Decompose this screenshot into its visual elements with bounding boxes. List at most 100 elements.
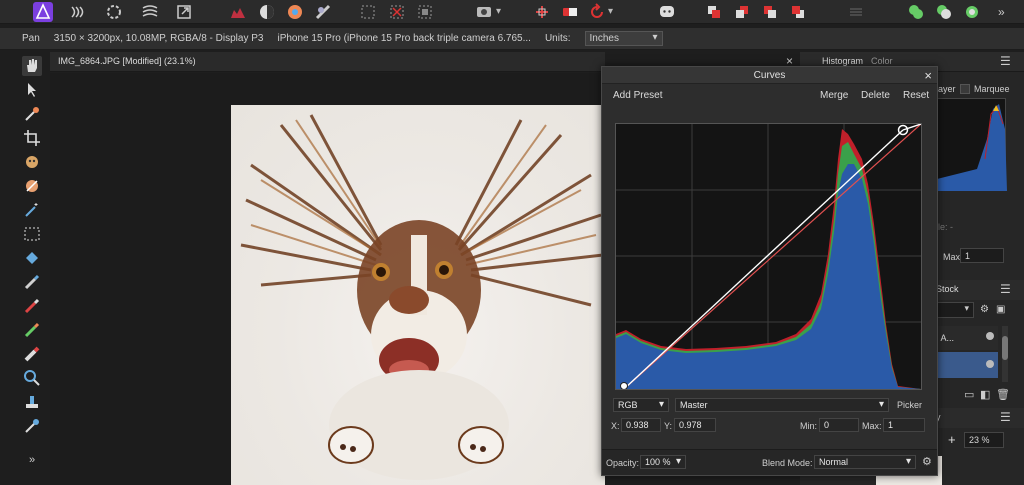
navigator-header: y ☰: [936, 408, 1024, 428]
right-max-value: 1: [965, 251, 971, 261]
layer-selected-visibility-icon[interactable]: [986, 360, 994, 368]
clone-brush-tool-icon[interactable]: [22, 320, 42, 340]
marquee-tool-icon[interactable]: [22, 224, 42, 244]
blend-mode-value: Normal: [819, 457, 849, 467]
toolbar-overflow-icon[interactable]: »: [998, 2, 1018, 22]
select-all-icon[interactable]: [358, 2, 378, 22]
marquee-checkbox[interactable]: [960, 84, 970, 94]
stamp-tool-icon[interactable]: [22, 392, 42, 412]
assistant-icon[interactable]: [560, 2, 580, 22]
undo-history-icon[interactable]: [587, 2, 607, 22]
right-max-field[interactable]: 1: [960, 248, 1004, 263]
quick-mask-icon[interactable]: [474, 2, 494, 22]
opacity-label: Opacity:: [606, 458, 640, 468]
zoom-value: 23 %: [969, 435, 990, 445]
merge-button[interactable]: Merge: [820, 90, 848, 101]
tab-color[interactable]: Color: [871, 56, 893, 66]
curves-close-icon[interactable]: ×: [924, 67, 932, 84]
arrange-backward-icon[interactable]: [732, 2, 752, 22]
auto-contrast-icon[interactable]: [257, 2, 277, 22]
layer-item-selected[interactable]: [936, 352, 998, 378]
delete-layer-icon[interactable]: 🗑: [996, 388, 1010, 401]
adjustment-icon[interactable]: ◧: [980, 388, 990, 401]
stock-menu-icon[interactable]: ☰: [1000, 282, 1011, 296]
mode-select[interactable]: Master: [675, 398, 889, 412]
opacity-select[interactable]: 100 %: [640, 455, 686, 469]
selection-brush-tool-icon[interactable]: [22, 152, 42, 172]
develop-persona-icon[interactable]: [68, 2, 88, 22]
layer-settings-icon[interactable]: ⚙: [980, 304, 989, 315]
app-logo-icon[interactable]: [33, 2, 53, 22]
stock-label[interactable]: Stock: [936, 284, 959, 294]
layer-item-label: : A...: [936, 333, 955, 343]
deselect-icon[interactable]: [387, 2, 407, 22]
curves-title-bar[interactable]: Curves ×: [602, 67, 937, 84]
arrange-front-icon[interactable]: [788, 2, 808, 22]
personas-chat-icon[interactable]: [657, 2, 677, 22]
max-label: Max:: [862, 421, 882, 431]
invert-selection-icon[interactable]: [415, 2, 435, 22]
arrange-back-icon[interactable]: [704, 2, 724, 22]
channel-value: RGB: [618, 400, 638, 410]
quick-mask-dropdown-icon[interactable]: ▾: [496, 2, 506, 22]
snapping-icon[interactable]: [532, 2, 552, 22]
flood-select-tool-icon[interactable]: [22, 176, 42, 196]
y-field[interactable]: 0.978: [674, 418, 716, 432]
crop-tool-icon[interactable]: [22, 128, 42, 148]
right-max-label: Max: [943, 252, 961, 262]
zoom-tool-icon[interactable]: [22, 368, 42, 388]
hand-tool-icon[interactable]: [22, 56, 42, 76]
auto-color-icon[interactable]: [285, 2, 305, 22]
layer-visibility-icon[interactable]: [986, 332, 994, 340]
export-persona-icon[interactable]: [174, 2, 194, 22]
panel-menu-icon[interactable]: ☰: [1000, 54, 1011, 68]
max-field[interactable]: 1: [883, 418, 925, 432]
document-tab-title[interactable]: IMG_6864.JPG [Modified] (23.1%): [58, 56, 196, 66]
move-tool-icon[interactable]: [22, 80, 42, 100]
picker-button[interactable]: Picker: [897, 400, 922, 410]
boolean-subtract-icon[interactable]: [934, 2, 954, 22]
undo-dropdown-icon[interactable]: ▾: [608, 2, 618, 22]
arrange-forward-icon[interactable]: [760, 2, 780, 22]
navigator-menu-icon[interactable]: ☰: [1000, 410, 1011, 424]
x-field[interactable]: 0.938: [621, 418, 661, 432]
liquify-persona-icon[interactable]: [140, 2, 160, 22]
tone-map-persona-icon[interactable]: [104, 2, 124, 22]
levels-icon[interactable]: [228, 2, 248, 22]
histogram-preview: ▲: [936, 98, 1007, 191]
layer-item[interactable]: : A...: [936, 326, 998, 350]
boolean-add-icon[interactable]: [906, 2, 926, 22]
zoom-in-icon[interactable]: +: [948, 432, 956, 447]
tool-name: Pan: [22, 33, 40, 44]
channel-select[interactable]: RGB: [613, 398, 669, 412]
tab-histogram[interactable]: Histogram: [822, 56, 863, 66]
layers-scrollbar-thumb[interactable]: [1002, 336, 1008, 360]
paint-brush-tool-icon[interactable]: [22, 272, 42, 292]
curves-title: Curves: [753, 70, 786, 81]
min-field[interactable]: 0: [819, 418, 859, 432]
boolean-intersect-icon[interactable]: [962, 2, 982, 22]
curves-graph[interactable]: [615, 123, 922, 390]
more-tools-icon[interactable]: »: [22, 454, 42, 474]
layers-scrollbar[interactable]: [1002, 326, 1008, 382]
zoom-field[interactable]: 23 %: [964, 432, 1004, 448]
color-picker-tool-icon[interactable]: [22, 104, 42, 124]
fill-tool-icon[interactable]: [22, 248, 42, 268]
erase-brush-tool-icon[interactable]: [22, 344, 42, 364]
white-balance-icon[interactable]: [313, 2, 333, 22]
canvas-area[interactable]: [50, 73, 605, 485]
add-preset-button[interactable]: Add Preset: [613, 90, 662, 101]
smudge-tool-icon[interactable]: [22, 416, 42, 436]
magic-wand-tool-icon[interactable]: [22, 200, 42, 220]
reset-button[interactable]: Reset: [903, 90, 929, 101]
blend-settings-icon[interactable]: ⚙: [922, 455, 932, 468]
pixel-brush-tool-icon[interactable]: [22, 296, 42, 316]
blend-mode-select[interactable]: Normal: [814, 455, 916, 469]
min-value: 0: [824, 420, 830, 430]
layer-blend-select[interactable]: ▾: [936, 302, 974, 318]
align-disabled-icon[interactable]: [846, 2, 866, 22]
delete-button[interactable]: Delete: [861, 90, 890, 101]
new-group-icon[interactable]: ▭: [964, 388, 974, 401]
layer-lock-icon[interactable]: ▣: [996, 304, 1005, 315]
units-select[interactable]: Inches: [584, 31, 663, 46]
